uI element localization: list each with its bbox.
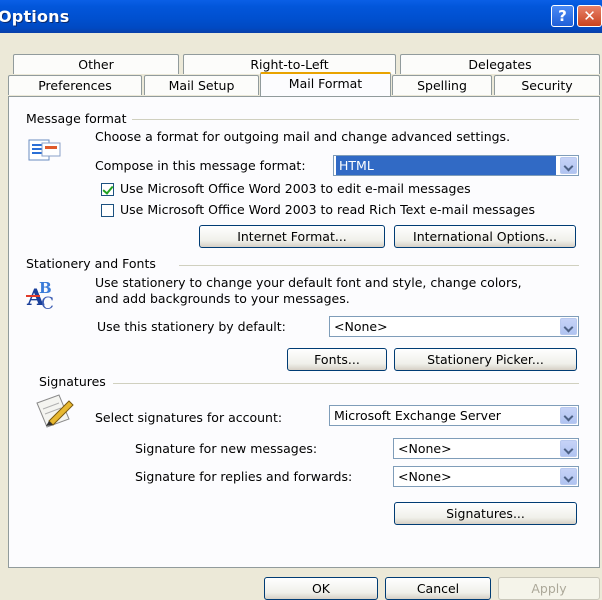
- use-word-read-label: Use Microsoft Office Word 2003 to read R…: [120, 202, 536, 217]
- chevron-down-icon[interactable]: [560, 407, 577, 424]
- compose-format-select[interactable]: HTML: [333, 155, 579, 176]
- tab-mail-format[interactable]: Mail Format: [260, 72, 391, 96]
- ok-button[interactable]: OK: [264, 577, 378, 600]
- options-dialog: Options ? ✕ Other Right-to-Left Delegate…: [0, 0, 602, 600]
- stationery-default-select[interactable]: <None>: [329, 316, 579, 337]
- cancel-button[interactable]: Cancel: [385, 577, 491, 600]
- signature-new-value: <None>: [398, 441, 452, 456]
- chevron-down-icon[interactable]: [560, 318, 577, 335]
- fonts-button[interactable]: Fonts...: [287, 348, 387, 371]
- message-format-description: Choose a format for outgoing mail and ch…: [95, 129, 511, 144]
- tab-spelling[interactable]: Spelling: [392, 75, 492, 95]
- signature-account-label: Select signatures for account:: [95, 410, 283, 425]
- tab-label: Preferences: [38, 78, 112, 93]
- tab-preferences[interactable]: Preferences: [8, 75, 142, 95]
- compose-format-value: HTML: [336, 156, 556, 175]
- signature-new-label: Signature for new messages:: [135, 441, 318, 456]
- question-mark-icon: ?: [558, 7, 567, 25]
- stationery-picker-button[interactable]: Stationery Picker...: [394, 348, 577, 371]
- tab-delegates[interactable]: Delegates: [400, 54, 600, 74]
- tab-right-to-left[interactable]: Right-to-Left: [183, 54, 396, 74]
- window-title: Options: [0, 7, 70, 26]
- tab-label: Other: [78, 57, 114, 72]
- chevron-down-icon[interactable]: [560, 157, 577, 174]
- tab-label: Mail Setup: [168, 78, 235, 93]
- use-word-edit-label: Use Microsoft Office Word 2003 to edit e…: [120, 181, 471, 196]
- tab-label: Right-to-Left: [250, 57, 329, 72]
- signature-account-select[interactable]: Microsoft Exchange Server: [329, 405, 579, 426]
- separator: [179, 265, 579, 266]
- apply-button[interactable]: Apply: [498, 577, 600, 600]
- compose-format-label: Compose in this message format:: [95, 158, 306, 173]
- tab-security[interactable]: Security: [494, 75, 600, 95]
- section-title-signatures: Signatures: [39, 374, 112, 389]
- international-options-button[interactable]: International Options...: [394, 225, 576, 248]
- internet-format-button[interactable]: Internet Format...: [199, 225, 385, 248]
- help-button[interactable]: ?: [551, 5, 574, 27]
- stationery-description-line2: and add backgrounds to your messages.: [95, 291, 350, 306]
- stationery-fonts-icon: A B C: [26, 279, 54, 311]
- tab-label: Spelling: [417, 78, 467, 93]
- use-word-read-checkbox[interactable]: [101, 204, 114, 217]
- signatures-button[interactable]: Signatures...: [394, 502, 577, 525]
- separator: [127, 119, 579, 120]
- signature-replies-label: Signature for replies and forwards:: [135, 469, 353, 484]
- chevron-down-icon[interactable]: [560, 468, 577, 485]
- tab-label: Delegates: [468, 57, 532, 72]
- signature-new-select[interactable]: <None>: [393, 438, 579, 459]
- chevron-down-icon[interactable]: [560, 440, 577, 457]
- separator: [113, 383, 579, 384]
- close-icon: ✕: [583, 7, 596, 25]
- tab-label: Mail Format: [288, 76, 363, 91]
- svg-text:C: C: [41, 294, 54, 311]
- signature-replies-select[interactable]: <None>: [393, 466, 579, 487]
- tab-label: Security: [521, 78, 573, 93]
- signature-account-value: Microsoft Exchange Server: [334, 408, 501, 423]
- section-title-stationery: Stationery and Fonts: [26, 256, 162, 271]
- tab-mail-setup[interactable]: Mail Setup: [144, 75, 259, 95]
- use-word-edit-checkbox[interactable]: [101, 183, 114, 196]
- stationery-default-value: <None>: [334, 319, 388, 334]
- tab-other[interactable]: Other: [13, 54, 179, 74]
- stationery-default-label: Use this stationery by default:: [97, 319, 286, 334]
- title-bar: Options ? ✕: [0, 0, 602, 33]
- close-button[interactable]: ✕: [577, 5, 602, 27]
- signature-replies-value: <None>: [398, 469, 452, 484]
- signatures-icon: [36, 394, 74, 428]
- stationery-description-line1: Use stationery to change your default fo…: [95, 275, 522, 290]
- mail-format-panel: Message format Choose a format for outgo…: [8, 96, 600, 568]
- section-title-message-format: Message format: [26, 111, 133, 126]
- message-format-icon: [28, 139, 61, 161]
